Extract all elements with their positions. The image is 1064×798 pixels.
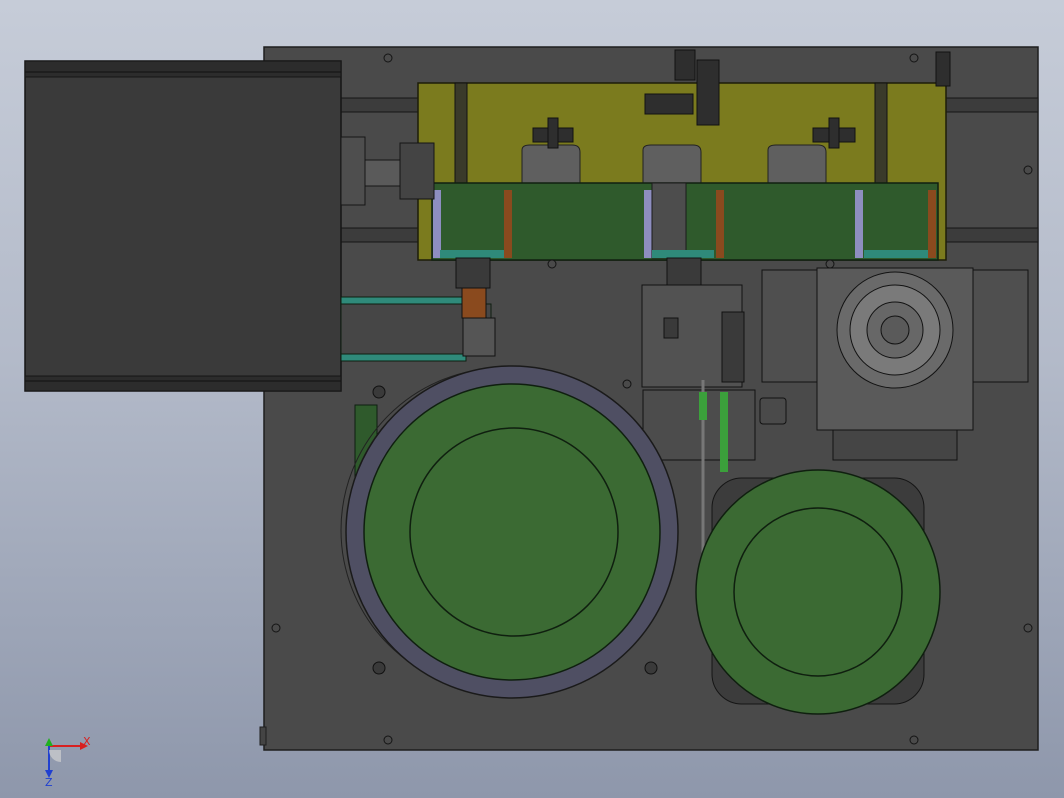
carriage-strips <box>433 182 936 259</box>
frame-windows <box>521 144 827 184</box>
electrical-box-top-band <box>24 60 342 78</box>
right-feeder-bowl <box>695 469 941 715</box>
base-plate-edge <box>259 726 267 746</box>
electrical-box <box>24 60 342 392</box>
electrical-box-bottom-band <box>24 375 342 392</box>
center-mechanism <box>641 257 756 461</box>
coordinate-triad: X Z <box>45 735 91 789</box>
triad-z-label: Z <box>45 776 53 789</box>
cad-viewport[interactable]: X Z <box>0 0 1064 798</box>
triad-x-label: X <box>83 735 91 748</box>
